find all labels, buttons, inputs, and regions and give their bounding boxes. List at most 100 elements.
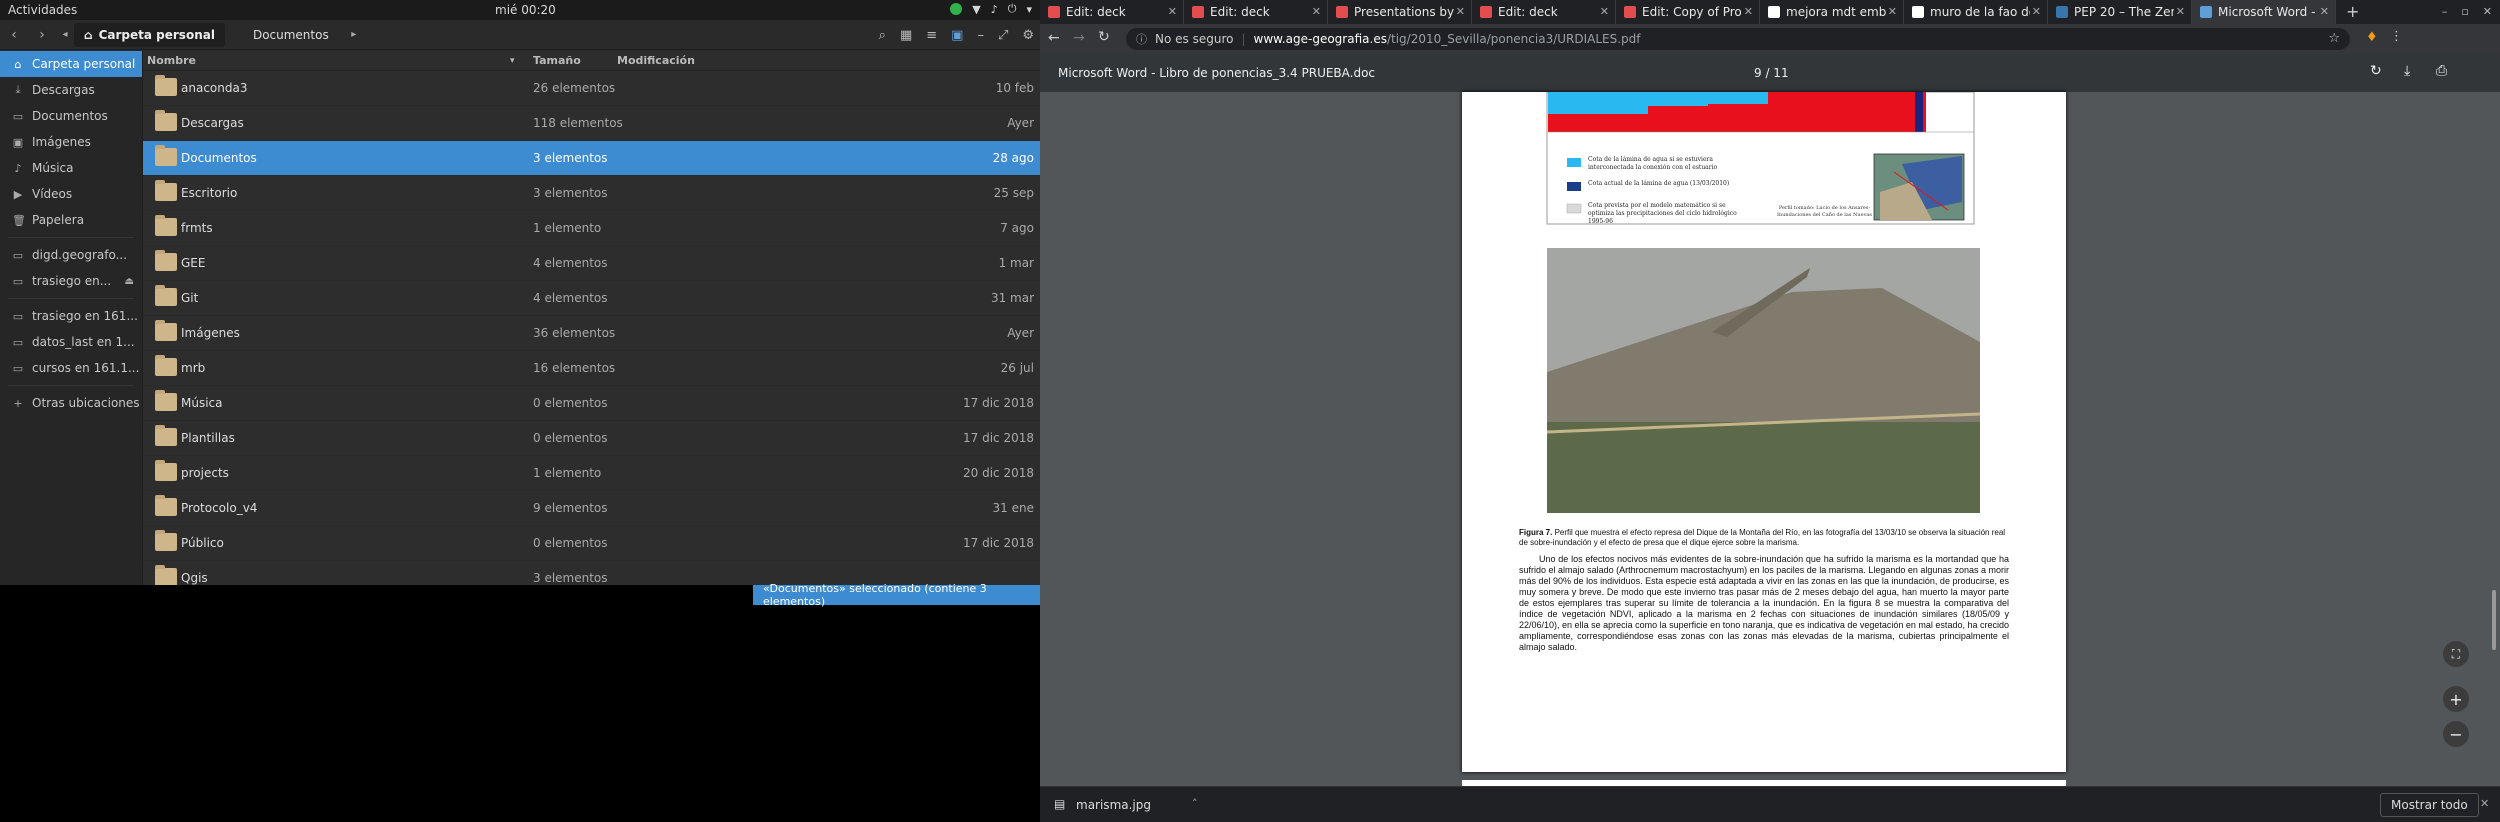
close-tab-icon[interactable]: ✕ bbox=[1600, 5, 1609, 18]
close-tab-icon[interactable]: ✕ bbox=[1744, 5, 1753, 18]
file-row[interactable]: Documentos 3 elementos 28 ago bbox=[143, 141, 1040, 176]
grid-view-icon[interactable]: ▦ bbox=[900, 28, 912, 43]
tab-title: Edit: deck bbox=[1066, 5, 1126, 19]
file-row[interactable]: Plantillas 0 elementos 17 dic 2018 bbox=[143, 421, 1040, 456]
forward-icon[interactable]: → bbox=[1073, 30, 1085, 46]
file-row[interactable]: Público 0 elementos 17 dic 2018 bbox=[143, 526, 1040, 561]
clock[interactable]: mié 00:20 bbox=[495, 3, 556, 17]
close-tab-icon[interactable]: ✕ bbox=[2176, 5, 2185, 18]
sidebar-item-network[interactable]: ▭ cursos en 161.1... bbox=[0, 355, 142, 381]
maximize-icon[interactable]: ⤢ bbox=[998, 28, 1008, 43]
sidebar-item-network[interactable]: ▭ trasiego en... ⏏ bbox=[0, 268, 142, 294]
browser-tab[interactable]: Edit: deck ✕ bbox=[1040, 0, 1184, 24]
eject-icon[interactable]: ⏏ bbox=[125, 276, 134, 287]
settings-icon[interactable]: ⚙ bbox=[1022, 28, 1034, 43]
sort-arrow-icon[interactable]: ▾ bbox=[510, 56, 515, 66]
breadcrumb-documentos[interactable]: Documentos bbox=[243, 23, 339, 47]
file-row[interactable]: Escritorio 3 elementos 25 sep bbox=[143, 176, 1040, 211]
file-name: mrb bbox=[181, 361, 206, 375]
search-icon[interactable]: ⌕ bbox=[879, 28, 886, 43]
new-tab-button[interactable]: + bbox=[2336, 0, 2369, 24]
column-modified[interactable]: Modificación bbox=[617, 54, 695, 67]
zoom-out-button[interactable]: − bbox=[2443, 721, 2469, 747]
sidebar-item-videos[interactable]: ▶ Vídeos bbox=[0, 181, 142, 207]
file-size: 4 elementos bbox=[533, 291, 608, 305]
print-icon[interactable]: ⎙ bbox=[2436, 63, 2447, 79]
file-date: 17 dic 2018 bbox=[963, 396, 1034, 410]
dropbox-check-icon[interactable] bbox=[950, 3, 963, 15]
column-name[interactable]: Nombre bbox=[147, 54, 196, 67]
show-all-button[interactable]: Mostrar todo bbox=[2380, 793, 2479, 817]
close-tab-icon[interactable]: ✕ bbox=[1888, 5, 1897, 18]
close-icon[interactable]: ✕ bbox=[2483, 0, 2492, 24]
file-row[interactable]: Imágenes 36 elementos Ayer bbox=[143, 316, 1040, 351]
chevron-down-icon[interactable]: ▾ bbox=[1026, 3, 1032, 16]
close-tab-icon[interactable]: ✕ bbox=[1456, 5, 1465, 18]
back-icon[interactable]: ← bbox=[1048, 30, 1060, 46]
fit-page-button[interactable]: ⛶ bbox=[2443, 641, 2469, 667]
file-row[interactable]: anaconda3 26 elementos 10 feb bbox=[143, 71, 1040, 106]
minimize-icon[interactable]: – bbox=[977, 28, 984, 43]
browser-tab[interactable]: Edit: deck ✕ bbox=[1472, 0, 1616, 24]
url-text[interactable]: www.age-geografia.es/tig/2010_Sevilla/po… bbox=[1254, 32, 1641, 46]
back-button[interactable]: ‹ bbox=[0, 27, 28, 43]
file-row[interactable]: projects 1 elemento 20 dic 2018 bbox=[143, 456, 1040, 491]
browser-tab[interactable]: Microsoft Word - L ✕ bbox=[2192, 0, 2336, 24]
file-row[interactable]: GEE 4 elementos 1 mar bbox=[143, 246, 1040, 281]
sidebar-item-imagenes[interactable]: ▣ Imágenes bbox=[0, 129, 142, 155]
column-size[interactable]: Tamaño bbox=[533, 54, 581, 67]
reload-icon[interactable]: ↻ bbox=[1098, 29, 1110, 45]
path-left-arrow[interactable]: ◂ bbox=[56, 29, 74, 40]
sidebar-item-network[interactable]: ▭ trasiego en 161... bbox=[0, 303, 142, 329]
extension-icon[interactable]: ♦ bbox=[2366, 30, 2378, 45]
sidebar-item-home[interactable]: ⌂ Carpeta personal bbox=[0, 51, 142, 77]
browser-tab[interactable]: Presentations by D✕ bbox=[1328, 0, 1472, 24]
browser-tab[interactable]: muro de la fao don✕ bbox=[1904, 0, 2048, 24]
star-icon[interactable]: ☆ bbox=[2328, 31, 2340, 46]
activities-button[interactable]: Actividades bbox=[8, 3, 77, 17]
minimize-icon[interactable]: – bbox=[2442, 0, 2448, 24]
download-item[interactable]: marisma.jpg bbox=[1076, 798, 1151, 812]
close-icon[interactable]: ✕ bbox=[2480, 797, 2489, 810]
sidebar-item-papelera[interactable]: 🗑 Papelera bbox=[0, 207, 142, 233]
forward-button[interactable]: › bbox=[28, 27, 56, 43]
close-tab-icon[interactable]: ✕ bbox=[2320, 5, 2329, 18]
volume-icon[interactable]: ♪ bbox=[991, 3, 998, 16]
browser-tab[interactable]: Edit: deck ✕ bbox=[1184, 0, 1328, 24]
sidebar-item-descargas[interactable]: ⤓ Descargas bbox=[0, 77, 142, 103]
breadcrumb-home[interactable]: ⌂ Carpeta personal bbox=[74, 22, 225, 47]
rotate-icon[interactable]: ↻ bbox=[2370, 63, 2382, 79]
path-right-arrow[interactable]: ▸ bbox=[339, 29, 369, 40]
chevron-up-icon[interactable]: ˄ bbox=[1192, 797, 1198, 810]
close-tab-icon[interactable]: ✕ bbox=[2032, 5, 2041, 18]
maximize-icon[interactable]: ▫ bbox=[2461, 0, 2468, 24]
sidebar-item-network[interactable]: ▭ datos_last en 1... bbox=[0, 329, 142, 355]
sidebar-item-documentos[interactable]: ▭ Documentos bbox=[0, 103, 142, 129]
power-icon[interactable]: ⏻ bbox=[1008, 2, 1017, 16]
file-row[interactable]: mrb 16 elementos 26 jul bbox=[143, 351, 1040, 386]
file-row[interactable]: Descargas 118 elementos Ayer bbox=[143, 106, 1040, 141]
address-bar[interactable]: ⓘ No es seguro | www.age-geografia.es/ti… bbox=[1126, 28, 2350, 50]
system-tray[interactable]: ▼ ♪ ⏻ ▾ bbox=[950, 2, 1032, 16]
menu-icon[interactable]: ≡ bbox=[926, 28, 937, 43]
network-icon[interactable]: ▼ bbox=[972, 3, 980, 16]
zoom-in-button[interactable]: + bbox=[2443, 686, 2469, 712]
file-row[interactable]: frmts 1 elemento 7 ago bbox=[143, 211, 1040, 246]
file-row[interactable]: Git 4 elementos 31 mar bbox=[143, 281, 1040, 316]
browser-tab[interactable]: PEP 20 – The Zen o✕ bbox=[2048, 0, 2192, 24]
file-row[interactable]: Protocolo_v4 9 elementos 31 ene bbox=[143, 491, 1040, 526]
photo-foreground bbox=[1547, 422, 1980, 513]
info-icon[interactable]: ⓘ bbox=[1136, 31, 1147, 47]
app-icon[interactable]: ▣ bbox=[951, 28, 963, 43]
browser-tab[interactable]: Edit: Copy of Proto✕ bbox=[1616, 0, 1760, 24]
sidebar-item-musica[interactable]: ♪ Música bbox=[0, 155, 142, 181]
close-tab-icon[interactable]: ✕ bbox=[1168, 5, 1177, 18]
browser-tab[interactable]: mejora mdt embal ✕ bbox=[1760, 0, 1904, 24]
sidebar-item-network[interactable]: ▭ digd.geografo... bbox=[0, 242, 142, 268]
scrollbar[interactable] bbox=[2492, 590, 2496, 650]
close-tab-icon[interactable]: ✕ bbox=[1312, 5, 1321, 18]
download-icon[interactable]: ⤓ bbox=[2404, 63, 2410, 79]
chrome-menu-icon[interactable]: ⋮ bbox=[2390, 29, 2403, 44]
sidebar-item-other-locations[interactable]: + Otras ubicaciones bbox=[0, 390, 142, 416]
file-row[interactable]: Música 0 elementos 17 dic 2018 bbox=[143, 386, 1040, 421]
